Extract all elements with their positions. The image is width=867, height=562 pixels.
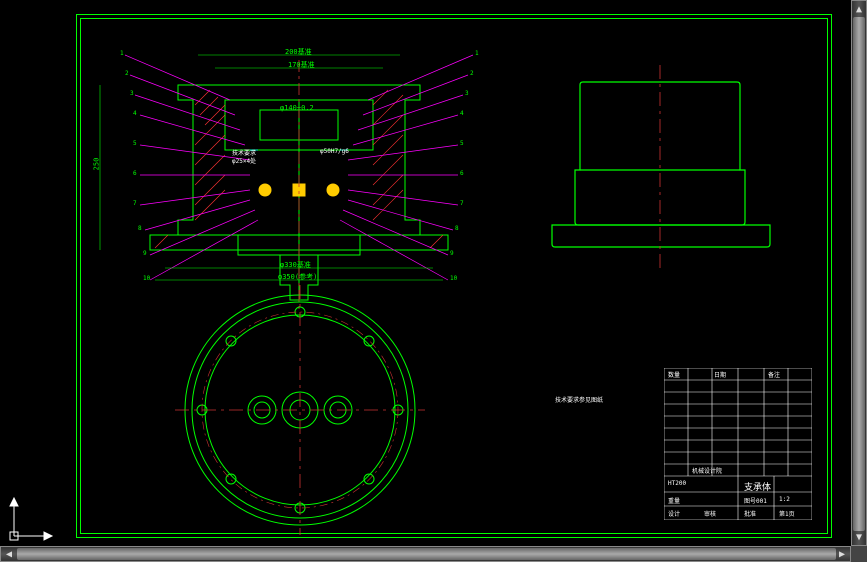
vertical-scrollbar[interactable]: ▲ ▼ xyxy=(851,0,867,546)
tb-company: 机械设计院 xyxy=(692,466,722,475)
tb-remark: 备注 xyxy=(768,370,780,379)
note-text: 技术要求参见图纸 xyxy=(555,395,603,404)
tb-approved: 批准 xyxy=(744,509,756,518)
tb-material-label: HT200 xyxy=(668,480,686,487)
tb-checked: 审核 xyxy=(704,509,716,518)
tb-designed: 设计 xyxy=(668,509,680,518)
scrollbar-corner xyxy=(851,546,867,562)
cad-canvas[interactable]: 200基准 170基准 φ140±0.2 φ330基准 φ350(参考) 250… xyxy=(0,0,851,546)
scroll-left-arrow[interactable]: ◀ xyxy=(1,547,17,561)
tb-part-name: 支承体 xyxy=(744,480,771,493)
horizontal-scroll-thumb[interactable] xyxy=(17,548,836,560)
title-block: 支承体 HT200 1:2 图号001 重量 设计 审核 批准 第1页 数量 备… xyxy=(664,368,812,520)
tb-qty: 数量 xyxy=(668,370,680,379)
tb-weight: 重量 xyxy=(668,496,680,505)
scroll-right-arrow[interactable]: ▶ xyxy=(834,547,850,561)
tb-date: 日期 xyxy=(714,370,726,379)
scroll-up-arrow[interactable]: ▲ xyxy=(852,1,866,17)
horizontal-scrollbar[interactable]: ◀ ▶ xyxy=(0,546,851,562)
vertical-scroll-thumb[interactable] xyxy=(853,17,865,531)
tb-dwg-no: 图号001 xyxy=(744,496,767,505)
scroll-down-arrow[interactable]: ▼ xyxy=(852,529,866,545)
tb-scale: 1:2 xyxy=(779,496,790,503)
tb-sheet: 第1页 xyxy=(779,509,795,518)
ucs-icon xyxy=(4,486,64,546)
